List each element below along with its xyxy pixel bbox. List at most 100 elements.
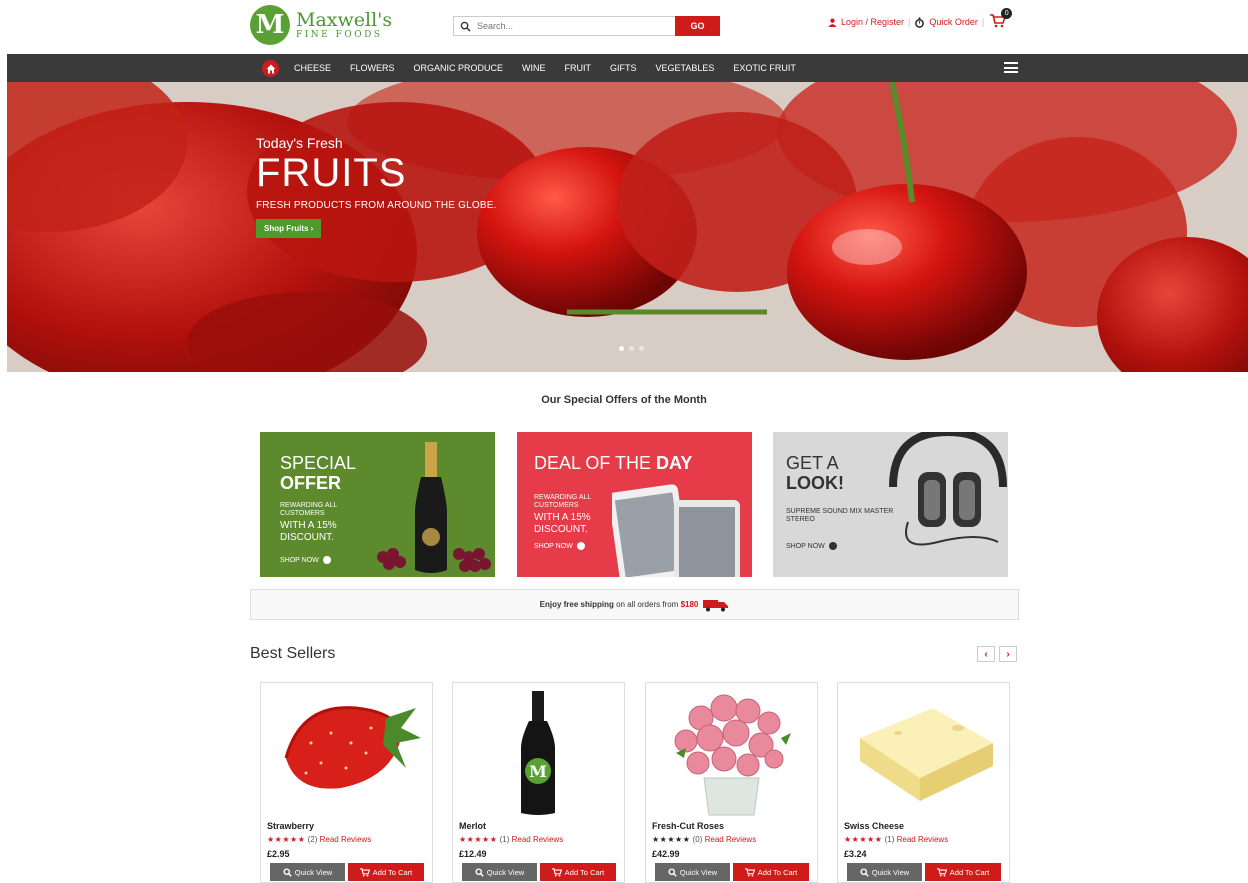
quick-view-label: Quick View	[679, 867, 718, 877]
cart-count-badge: 0	[1001, 8, 1013, 19]
review-count: (1)	[884, 835, 895, 844]
arrow-circle-icon	[828, 542, 837, 550]
shipping-text: on all orders from	[613, 600, 681, 609]
star-rating-icon: ★★★★★	[459, 835, 498, 844]
hero-title: FRUITS	[256, 151, 407, 195]
brand-logo[interactable]: M Maxwell's FINE FOODS	[250, 5, 392, 45]
product-card[interactable]: M Merlot ★★★★★ (1) Read Reviews £12.49 Q…	[452, 682, 625, 883]
deal-heading-light: DEAL OF THE	[534, 453, 652, 473]
quick-view-button[interactable]: Quick View	[655, 863, 730, 881]
roses-image	[674, 694, 791, 816]
product-actions: Quick View Add To Cart	[462, 863, 616, 881]
product-name[interactable]: Strawberry	[267, 821, 314, 831]
arrow-circle-icon	[576, 542, 585, 550]
add-to-cart-button[interactable]: Add To Cart	[925, 863, 1001, 881]
offer-heading: DEAL OF THE DAY	[534, 453, 693, 474]
search-icon	[475, 867, 484, 877]
deal-of-the-day-banner[interactable]: DEAL OF THE DAY REWARDING ALL CUSTOMERS …	[517, 432, 752, 577]
quick-order-link[interactable]: Quick Order	[914, 16, 978, 28]
review-count: (0)	[692, 835, 703, 844]
shop-now-label: SHOP NOW	[786, 542, 825, 550]
hamburger-menu-icon[interactable]	[1004, 62, 1018, 76]
quick-view-button[interactable]: Quick View	[270, 863, 345, 881]
offer-small-text: REWARDING ALL CUSTOMERS	[534, 494, 592, 510]
arrow-circle-icon	[322, 556, 331, 564]
offer-discount-text: WITH A 15% DISCOUNT.	[534, 512, 591, 535]
read-reviews-link[interactable]: Read Reviews	[705, 835, 757, 844]
carousel-dot[interactable]	[639, 346, 644, 351]
get-a-look-banner[interactable]: GET A LOOK! SUPREME SOUND MIX MASTER STE…	[773, 432, 1008, 577]
search-icon	[668, 867, 677, 877]
deal-heading-bold: DAY	[656, 453, 693, 473]
offer-shop-now[interactable]: SHOP NOW	[786, 542, 837, 550]
login-register-link[interactable]: Login / Register	[828, 17, 904, 27]
quick-order-label: Quick Order	[929, 17, 978, 27]
add-to-cart-button[interactable]: Add To Cart	[348, 863, 424, 881]
add-to-cart-button[interactable]: Add To Cart	[733, 863, 809, 881]
quick-view-label: Quick View	[294, 867, 333, 877]
carousel-dot[interactable]	[619, 346, 624, 351]
product-rating: ★★★★★ (0) Read Reviews	[652, 835, 756, 844]
strawberry-image	[284, 706, 421, 789]
search-input[interactable]	[477, 21, 647, 31]
carousel-dot[interactable]	[629, 346, 634, 351]
search-box	[453, 16, 675, 36]
nav-item-exotic-fruit[interactable]: EXOTIC FRUIT	[733, 63, 796, 73]
nav-item-wine[interactable]: WINE	[522, 63, 546, 73]
offer-shop-now[interactable]: SHOP NOW	[280, 556, 331, 564]
product-name[interactable]: Swiss Cheese	[844, 821, 904, 831]
offer-discount-text: WITH A 15% DISCOUNT.	[280, 520, 337, 543]
product-card[interactable]: Strawberry ★★★★★ (2) Read Reviews £2.95 …	[260, 682, 433, 883]
home-icon	[266, 64, 275, 73]
tablets-image	[612, 484, 740, 577]
add-to-cart-label: Add To Cart	[564, 867, 605, 877]
hero-tagline: FRESH PRODUCTS FROM AROUND THE GLOBE.	[256, 200, 497, 211]
home-button[interactable]	[262, 60, 279, 77]
quick-view-button[interactable]: Quick View	[462, 863, 537, 881]
read-reviews-link[interactable]: Read Reviews	[897, 835, 949, 844]
product-name[interactable]: Merlot	[459, 821, 486, 831]
product-card[interactable]: Swiss Cheese ★★★★★ (1) Read Reviews £3.2…	[837, 682, 1010, 883]
nav-item-fruit[interactable]: FRUIT	[565, 63, 592, 73]
prev-arrow-button[interactable]: ‹	[977, 646, 995, 662]
divider: |	[981, 17, 985, 27]
brand-name: Maxwell's	[296, 8, 393, 31]
nav-item-vegetables[interactable]: VEGETABLES	[656, 63, 715, 73]
cart-icon	[936, 867, 947, 876]
nav-item-flowers[interactable]: FLOWERS	[350, 63, 395, 73]
product-actions: Quick View Add To Cart	[847, 863, 1001, 881]
product-card[interactable]: Fresh-Cut Roses ★★★★★ (0) Read Reviews £…	[645, 682, 818, 883]
offer-shop-now[interactable]: SHOP NOW	[534, 542, 585, 550]
next-arrow-button[interactable]: ›	[999, 646, 1017, 662]
quick-view-button[interactable]: Quick View	[847, 863, 922, 881]
shipping-bold-text: Enjoy free shipping	[539, 600, 614, 609]
cart-button[interactable]: 0	[990, 8, 1013, 30]
svg-text:M: M	[529, 762, 547, 781]
shop-fruits-button[interactable]: Shop Fruits ›	[256, 219, 322, 238]
nav-item-gifts[interactable]: GIFTS	[610, 63, 637, 73]
special-offers-title: Our Special Offers of the Month	[541, 394, 707, 406]
logo-mark: M	[250, 5, 290, 45]
search-icon	[860, 867, 869, 877]
product-price: £42.99	[652, 849, 680, 859]
shipping-amount: $180	[680, 600, 699, 609]
cart-icon	[359, 867, 370, 876]
search-go-button[interactable]: GO	[675, 16, 720, 36]
search-icon	[283, 867, 292, 877]
hero-banner[interactable]: Today's Fresh FRUITS FRESH PRODUCTS FROM…	[7, 82, 1248, 372]
nav-item-cheese[interactable]: CHEESE	[294, 63, 331, 73]
add-to-cart-label: Add To Cart	[949, 867, 990, 877]
nav-item-organic-produce[interactable]: ORGANIC PRODUCE	[414, 63, 504, 73]
add-to-cart-label: Add To Cart	[757, 867, 798, 877]
read-reviews-link[interactable]: Read Reviews	[512, 835, 564, 844]
product-name[interactable]: Fresh-Cut Roses	[652, 821, 724, 831]
carousel-arrows: ‹ ›	[973, 646, 1017, 662]
add-to-cart-button[interactable]: Add To Cart	[540, 863, 616, 881]
brand-subtitle: FINE FOODS	[296, 29, 383, 40]
star-rating-icon: ★★★★★	[844, 835, 883, 844]
main-nav: CHEESE FLOWERS ORGANIC PRODUCE WINE FRUI…	[7, 54, 1248, 82]
read-reviews-link[interactable]: Read Reviews	[320, 835, 372, 844]
login-register-label: Login / Register	[841, 17, 905, 27]
shop-now-label: SHOP NOW	[534, 542, 573, 550]
special-offer-banner[interactable]: SPECIAL OFFER REWARDING ALL CUSTOMERS WI…	[260, 432, 495, 577]
